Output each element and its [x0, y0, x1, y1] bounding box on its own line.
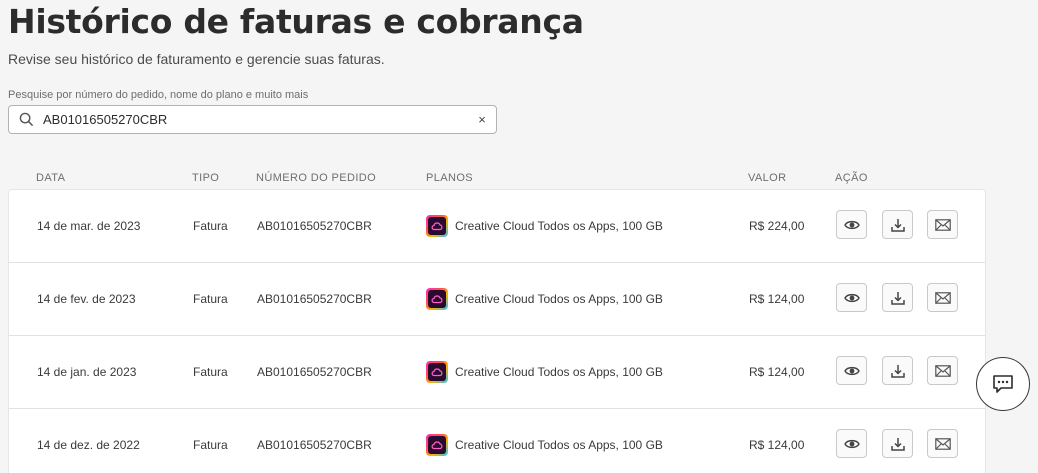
table-header: DATA TIPO NÚMERO DO PEDIDO PLANOS VALOR … [8, 168, 986, 188]
view-button[interactable] [836, 356, 867, 385]
clear-search-icon[interactable]: × [468, 106, 496, 133]
creative-cloud-icon [426, 215, 448, 237]
chat-icon [992, 374, 1014, 394]
download-button[interactable] [882, 210, 913, 239]
download-icon [890, 437, 905, 451]
download-icon [890, 364, 905, 378]
page-subtitle: Revise seu histórico de faturamento e ge… [8, 51, 385, 67]
row-date: 14 de mar. de 2023 [37, 219, 141, 233]
header-plans: PLANOS [426, 172, 474, 184]
download-button[interactable] [882, 429, 913, 458]
header-action: AÇÃO [835, 172, 868, 184]
header-value: VALOR [748, 172, 787, 184]
header-type: TIPO [192, 172, 220, 184]
row-order-number: AB01016505270CBR [257, 219, 372, 233]
creative-cloud-icon [426, 288, 448, 310]
download-icon [890, 218, 905, 232]
row-order-number: AB01016505270CBR [257, 292, 372, 306]
row-order-number: AB01016505270CBR [257, 438, 372, 452]
row-value: R$ 124,00 [749, 292, 805, 306]
email-icon [934, 364, 951, 377]
email-button[interactable] [927, 283, 958, 312]
search-box: × [8, 105, 497, 134]
row-type: Fatura [193, 438, 228, 452]
table-row: 14 de mar. de 2023 Fatura AB01016505270C… [9, 190, 985, 263]
row-date: 14 de dez. de 2022 [37, 438, 140, 452]
row-type: Fatura [193, 365, 228, 379]
row-type: Fatura [193, 292, 228, 306]
table-row: 14 de jan. de 2023 Fatura AB01016505270C… [9, 336, 985, 409]
header-order-number: NÚMERO DO PEDIDO [256, 172, 377, 184]
view-button[interactable] [836, 210, 867, 239]
download-button[interactable] [882, 356, 913, 385]
search-input[interactable] [41, 107, 468, 132]
search-label: Pesquise por número do pedido, nome do p… [8, 89, 309, 101]
view-icon [843, 365, 860, 377]
email-button[interactable] [927, 429, 958, 458]
row-plan: Creative Cloud Todos os Apps, 100 GB [455, 219, 663, 233]
table-row: 14 de fev. de 2023 Fatura AB01016505270C… [9, 263, 985, 336]
row-date: 14 de jan. de 2023 [37, 365, 137, 379]
page-title: Histórico de faturas e cobrança [8, 2, 584, 41]
table-row: 14 de dez. de 2022 Fatura AB01016505270C… [9, 409, 985, 473]
row-value: R$ 124,00 [749, 438, 805, 452]
search-icon [11, 106, 41, 133]
header-date: DATA [36, 172, 66, 184]
invoice-table: 14 de mar. de 2023 Fatura AB01016505270C… [8, 189, 986, 473]
row-order-number: AB01016505270CBR [257, 365, 372, 379]
chat-button[interactable] [976, 357, 1030, 411]
row-plan: Creative Cloud Todos os Apps, 100 GB [455, 365, 663, 379]
creative-cloud-icon [426, 434, 448, 456]
row-value: R$ 124,00 [749, 365, 805, 379]
view-button[interactable] [836, 283, 867, 312]
email-icon [934, 218, 951, 231]
view-icon [843, 219, 860, 231]
email-button[interactable] [927, 356, 958, 385]
download-icon [890, 291, 905, 305]
email-icon [934, 291, 951, 304]
email-button[interactable] [927, 210, 958, 239]
row-date: 14 de fev. de 2023 [37, 292, 136, 306]
creative-cloud-icon [426, 361, 448, 383]
view-icon [843, 292, 860, 304]
row-value: R$ 224,00 [749, 219, 805, 233]
email-icon [934, 437, 951, 450]
view-button[interactable] [836, 429, 867, 458]
row-plan: Creative Cloud Todos os Apps, 100 GB [455, 292, 663, 306]
row-type: Fatura [193, 219, 228, 233]
row-plan: Creative Cloud Todos os Apps, 100 GB [455, 438, 663, 452]
view-icon [843, 438, 860, 450]
download-button[interactable] [882, 283, 913, 312]
